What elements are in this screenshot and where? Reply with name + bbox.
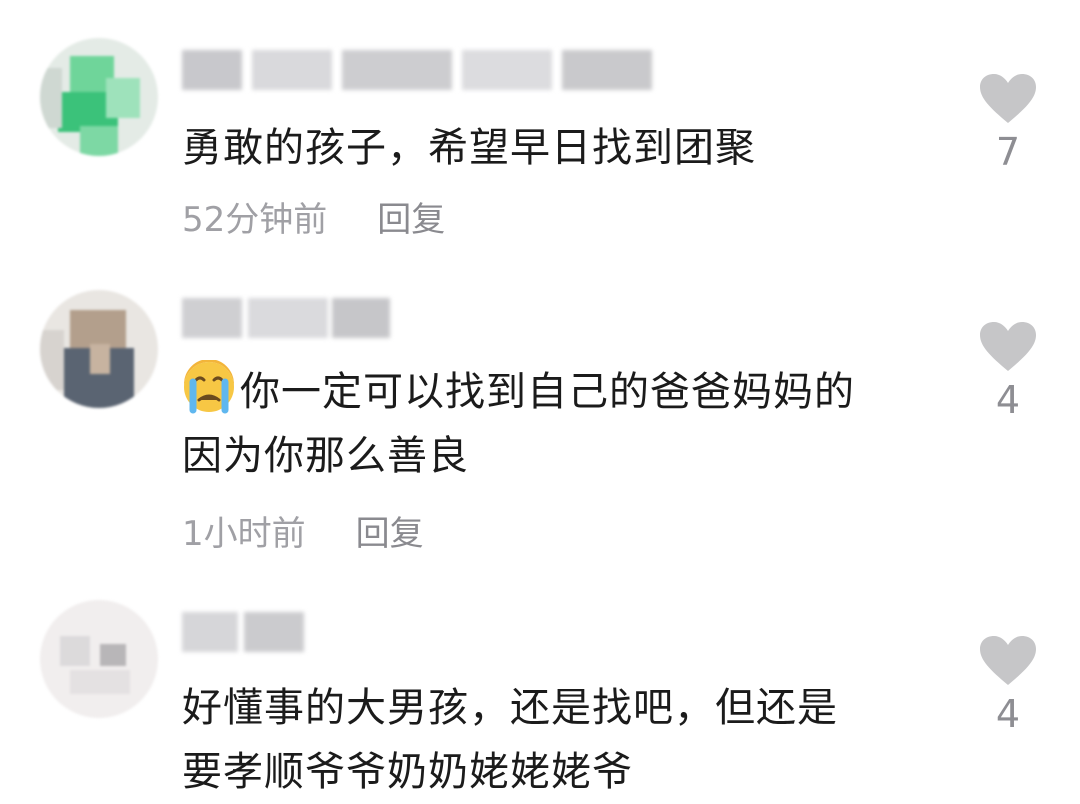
comment-meta: 52分钟前 回复 [182, 192, 445, 241]
like-count: 4 [995, 692, 1021, 736]
comment-time: 52分钟前 [182, 200, 328, 240]
username-redacted [182, 612, 304, 652]
avatar[interactable] [40, 38, 158, 156]
crying-face-emoji [184, 360, 234, 414]
username-redacted [182, 298, 392, 338]
comment-text-line: 你一定可以找到自己的爸爸妈妈的 因为你那么善良 [182, 369, 855, 479]
avatar[interactable] [40, 600, 158, 718]
like-button[interactable]: 4 [976, 322, 1040, 422]
like-count: 4 [995, 378, 1021, 422]
avatar[interactable] [40, 290, 158, 408]
like-button[interactable]: 7 [976, 74, 1040, 174]
heart-icon [980, 322, 1036, 371]
like-count: 7 [995, 130, 1021, 174]
reply-button[interactable]: 回复 [356, 514, 424, 554]
heart-icon [980, 636, 1036, 685]
heart-icon [980, 74, 1036, 123]
like-button[interactable]: 4 [976, 636, 1040, 736]
reply-button[interactable]: 回复 [377, 200, 445, 240]
comment-meta: 1小时前 回复 [182, 506, 424, 555]
comment-time: 1小时前 [182, 514, 306, 554]
comment-text: 好懂事的大男孩，还是找吧，但还是 要孝顺爷爷奶奶姥姥姥爷 [182, 685, 838, 795]
comment-text: 你一定可以找到自己的爸爸妈妈的 因为你那么善良 [182, 360, 942, 488]
comment-text: 勇敢的孩子，希望早日找到团聚 [182, 125, 756, 171]
username-redacted [182, 50, 652, 90]
